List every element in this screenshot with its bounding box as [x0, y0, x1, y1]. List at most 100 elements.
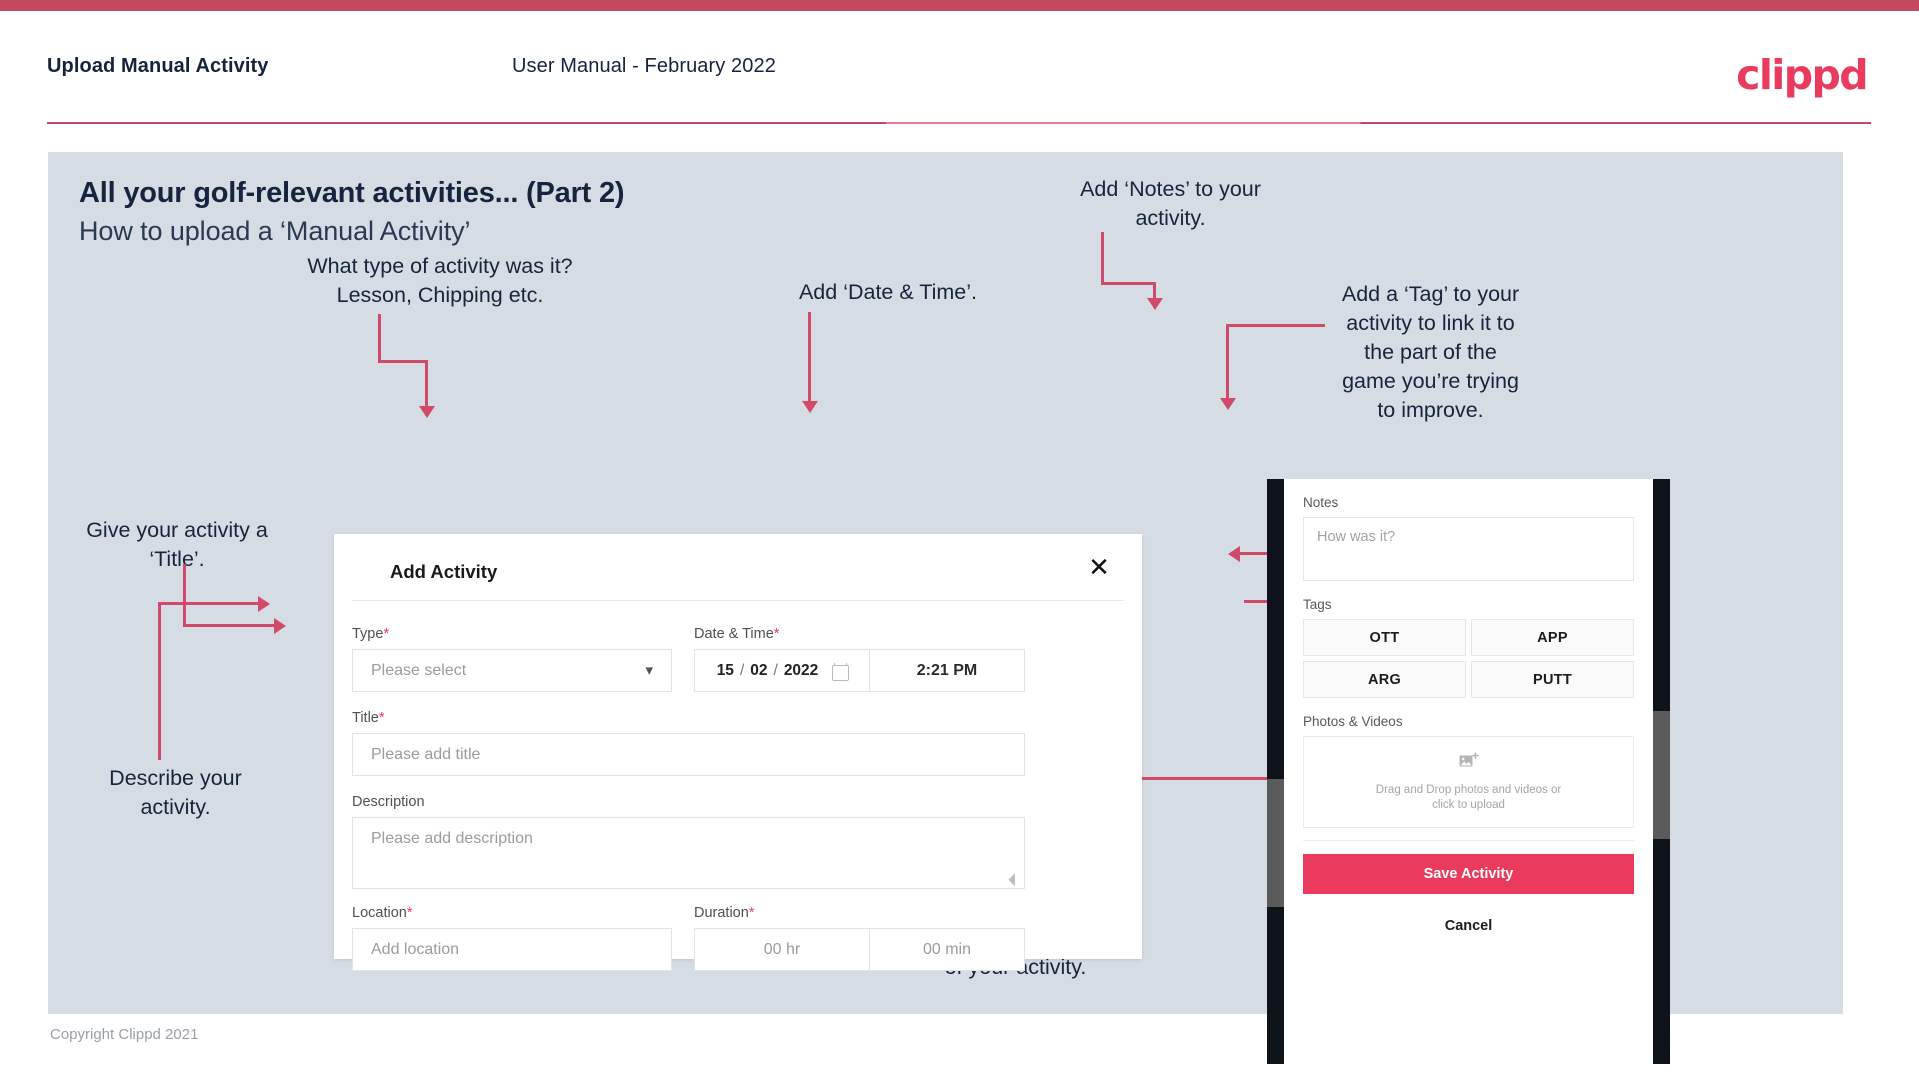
dialog-divider [352, 600, 1124, 601]
notes-label: Notes [1303, 495, 1339, 510]
duration-required-mark: * [748, 905, 755, 921]
annotation-description: Describe your activity. [109, 766, 242, 819]
title-label: Title* [352, 710, 385, 726]
datetime-label: Date & Time* [694, 626, 779, 642]
duration-minutes-input[interactable]: 00 min [869, 928, 1025, 971]
date-year: 2022 [783, 661, 819, 679]
title-required-mark: * [378, 710, 385, 726]
phone-screen: Notes How was it? Tags OTT APP ARG PUTT … [1284, 479, 1653, 1064]
chevron-down-icon: ▾ [645, 661, 653, 679]
type-required-mark: * [383, 626, 390, 642]
date-month: 02 [750, 661, 768, 679]
resize-handle-icon[interactable]: ◣ [1007, 871, 1023, 887]
phone-button-left [1267, 779, 1284, 907]
add-image-icon [1459, 751, 1479, 775]
description-label: Description [352, 794, 425, 810]
connector-desc-h [158, 602, 260, 605]
connector-title-v [183, 564, 186, 626]
connector-type-h [378, 360, 428, 363]
date-sep-1: / [739, 661, 745, 679]
type-label-text: Type [352, 626, 384, 642]
annotation-title: Give your activity a ‘Title’. [86, 518, 268, 571]
duration-label-text: Duration [694, 905, 749, 921]
page-title: Upload Manual Activity [47, 55, 269, 77]
phone-button-right [1653, 711, 1670, 839]
header-divider [47, 122, 1871, 124]
slide-heading: All your golf-relevant activities... (Pa… [79, 177, 625, 209]
annotation-datetime: Add ‘Date & Time’. [798, 280, 978, 304]
phone-frame-left [1267, 479, 1284, 1064]
location-label: Location* [352, 905, 412, 921]
connector-title-h [183, 624, 276, 627]
tags-label: Tags [1303, 597, 1332, 612]
phone-mockup: Notes How was it? Tags OTT APP ARG PUTT … [1267, 479, 1670, 1064]
upload-line-1: Drag and Drop photos and videos or [1375, 783, 1562, 796]
photos-videos-label: Photos & Videos [1303, 714, 1403, 729]
annotation-tags: Add a ‘Tag’ to your activity to link it … [1341, 282, 1520, 422]
connector-type-v1 [378, 314, 381, 363]
calendar-icon[interactable] [832, 662, 850, 681]
description-placeholder: Please add description [371, 830, 533, 847]
connector-notes-arrow [1147, 298, 1163, 310]
connector-type-arrow [419, 406, 435, 418]
tag-app[interactable]: APP [1471, 619, 1634, 656]
date-sep-2: / [773, 661, 778, 679]
location-placeholder: Add location [371, 940, 460, 958]
top-accent-bar [0, 0, 1919, 11]
connector-notes-v1 [1101, 232, 1104, 284]
tag-ott[interactable]: OTT [1303, 619, 1466, 656]
time-value: 2:21 PM [916, 661, 978, 679]
type-select[interactable]: Please select ▾ [352, 649, 672, 692]
connector-save-h [1120, 777, 1280, 780]
footer-copyright: Copyright Clippd 2021 [50, 1026, 199, 1043]
type-placeholder: Please select [371, 661, 467, 679]
tag-arg[interactable]: ARG [1303, 661, 1466, 698]
upload-dropzone[interactable]: Drag and Drop photos and videos or click… [1303, 736, 1634, 828]
title-label-text: Title [352, 710, 379, 726]
cancel-button[interactable]: Cancel [1303, 918, 1634, 934]
connector-desc-arrow [258, 596, 270, 612]
duration-hours-input[interactable]: 00 hr [694, 928, 870, 971]
upload-instructions: Drag and Drop photos and videos or click… [1376, 783, 1561, 813]
connector-type-v2 [425, 360, 428, 408]
annotation-type: What type of activity was it? Lesson, Ch… [307, 254, 573, 307]
slide-subheading: How to upload a ‘Manual Activity’ [79, 216, 471, 246]
upload-line-2: click to upload [1432, 798, 1505, 811]
time-input[interactable]: 2:21 PM [869, 649, 1025, 692]
title-input[interactable]: Please add title [352, 733, 1025, 776]
duration-minutes-placeholder: 00 min [922, 940, 972, 958]
location-label-text: Location [352, 905, 407, 921]
location-input[interactable]: Add location [352, 928, 672, 971]
tag-putt[interactable]: PUTT [1471, 661, 1634, 698]
connector-dt-arrow [802, 401, 818, 413]
connector-tags-arrow [1220, 398, 1236, 410]
location-required-mark: * [406, 905, 413, 921]
connector-upload-arrow [1228, 546, 1240, 562]
connector-notes-h [1101, 282, 1156, 285]
title-placeholder: Please add title [371, 745, 481, 763]
duration-hours-placeholder: 00 hr [763, 940, 801, 958]
tags-grid: OTT APP ARG PUTT [1303, 619, 1634, 698]
page-header: Upload Manual Activity User Manual - Feb… [0, 11, 1919, 123]
connector-tags-v [1226, 324, 1229, 400]
date-day: 15 [716, 661, 734, 679]
connector-dt-v2 [808, 312, 811, 404]
dialog-title: Add Activity [390, 561, 498, 582]
slide-content-panel: All your golf-relevant activities... (Pa… [48, 152, 1843, 1064]
datetime-required-mark: * [773, 626, 780, 642]
annotation-notes: Add ‘Notes’ to your activity. [1080, 177, 1261, 230]
description-textarea[interactable]: Please add description ◣ [352, 817, 1025, 889]
connector-title-arrow [274, 618, 286, 634]
type-label: Type* [352, 626, 389, 642]
notes-textarea[interactable]: How was it? [1303, 517, 1634, 581]
date-input[interactable]: 15 / 02 / 2022 [694, 649, 870, 692]
clippd-logo: clippd [1736, 51, 1868, 99]
close-icon[interactable]: ✕ [1082, 550, 1116, 584]
manual-version-label: User Manual - February 2022 [512, 55, 776, 77]
connector-desc-v [158, 602, 161, 760]
datetime-label-text: Date & Time [694, 626, 774, 642]
save-activity-button[interactable]: Save Activity [1303, 854, 1634, 894]
phone-divider [1303, 840, 1634, 841]
add-activity-dialog: Add Activity ✕ Type* Please select ▾ Dat… [334, 534, 1142, 971]
connector-tags-h1 [1226, 324, 1325, 327]
